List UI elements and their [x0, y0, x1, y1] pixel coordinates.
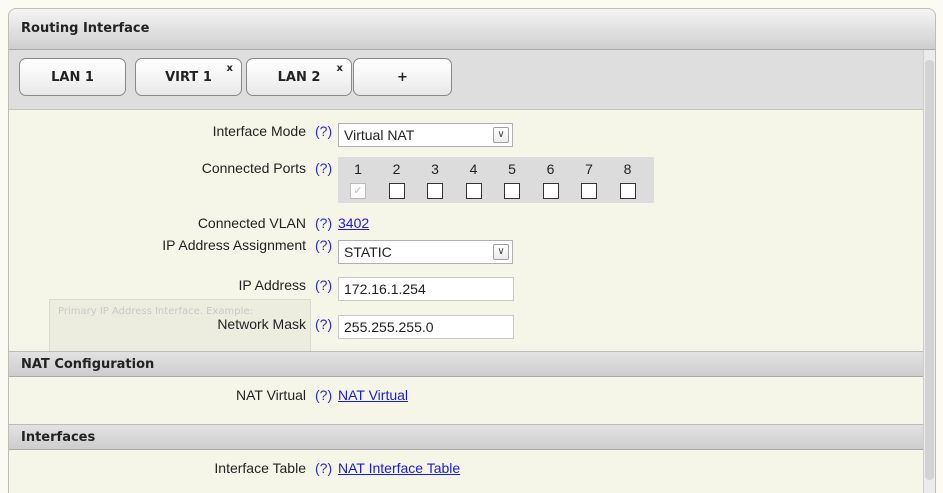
connected-ports-grid: 1 ✓ 2 3 4 5 6 7 8	[338, 157, 654, 203]
network-mask-field[interactable]: 255.255.255.0	[338, 315, 514, 339]
port-checkbox[interactable]	[388, 183, 405, 199]
port-number: 2	[392, 161, 401, 177]
section-header-interfaces: Interfaces	[9, 424, 935, 450]
port-number: 1	[354, 161, 362, 177]
port-checkbox[interactable]	[504, 183, 520, 199]
tab-lan1[interactable]: LAN 1	[19, 58, 126, 96]
connected-vlan-label: Connected VLAN	[197, 215, 306, 231]
help-icon[interactable]: (?)	[315, 123, 332, 139]
tab-virt1[interactable]: VIRT 1 x	[135, 58, 242, 96]
port-number: 6	[546, 161, 555, 177]
ip-assignment-label: IP Address Assignment	[162, 237, 306, 253]
port-checkbox[interactable]	[465, 183, 482, 199]
network-mask-label: Network Mask	[217, 316, 306, 332]
port-number: 7	[585, 161, 593, 177]
help-icon[interactable]: (?)	[315, 277, 332, 293]
panel-title: Routing Interface	[9, 9, 935, 50]
port-1: 1 ✓	[347, 157, 369, 203]
section-header-nat: NAT Configuration	[9, 351, 935, 377]
ip-assignment-select[interactable]: STATIC ∨	[338, 240, 513, 264]
interface-mode-label: Interface Mode	[212, 123, 306, 139]
port-number: 3	[431, 161, 439, 177]
port-4: 4	[463, 157, 485, 203]
tab-lan2[interactable]: LAN 2 x	[246, 58, 352, 96]
port-6: 6	[540, 157, 562, 203]
port-number: 8	[623, 161, 632, 177]
help-icon[interactable]: (?)	[315, 160, 332, 176]
interface-mode-value: Virtual NAT	[344, 127, 415, 143]
chevron-down-icon: ∨	[493, 127, 509, 143]
port-8: 8	[617, 157, 639, 203]
port-2: 2	[386, 157, 408, 203]
tab-bar: LAN 1 VIRT 1 x LAN 2 x +	[9, 50, 935, 110]
port-checkbox[interactable]	[581, 183, 597, 199]
ip-address-label: IP Address	[238, 277, 306, 293]
plus-icon: +	[397, 69, 408, 85]
scrollbar-thumb[interactable]	[925, 60, 934, 480]
connected-ports-label: Connected Ports	[201, 160, 306, 176]
port-3: 3	[424, 157, 446, 203]
interface-table-label: Interface Table	[214, 460, 306, 476]
ip-assignment-value: STATIC	[344, 244, 392, 260]
close-icon[interactable]: x	[227, 63, 233, 74]
nat-interface-table-link[interactable]: NAT Interface Table	[338, 460, 460, 476]
help-icon[interactable]: (?)	[315, 215, 332, 231]
help-icon[interactable]: (?)	[315, 316, 332, 332]
port-number: 4	[469, 161, 478, 177]
close-icon[interactable]: x	[337, 63, 343, 74]
help-icon[interactable]: (?)	[315, 237, 332, 253]
port-number: 5	[508, 161, 516, 177]
port-checkbox[interactable]: ✓	[350, 183, 366, 199]
tab-label: VIRT 1	[165, 69, 212, 85]
port-checkbox[interactable]	[619, 183, 636, 199]
nat-virtual-label: NAT Virtual	[235, 387, 306, 403]
help-icon[interactable]: (?)	[315, 460, 332, 476]
add-tab-button[interactable]: +	[353, 58, 452, 96]
tab-label: LAN 1	[51, 69, 94, 85]
chevron-down-icon: ∨	[493, 244, 509, 260]
vertical-scrollbar[interactable]	[923, 50, 935, 493]
port-checkbox[interactable]	[542, 183, 559, 199]
tab-label: LAN 2	[277, 69, 321, 85]
ip-address-field[interactable]: 172.16.1.254	[338, 277, 514, 301]
port-checkbox[interactable]	[427, 183, 443, 199]
interface-mode-select[interactable]: Virtual NAT ∨	[338, 123, 513, 147]
connected-vlan-link[interactable]: 3402	[338, 215, 369, 231]
help-icon[interactable]: (?)	[315, 387, 332, 403]
port-5: 5	[501, 157, 523, 203]
nat-virtual-link[interactable]: NAT Virtual	[338, 387, 408, 403]
routing-interface-panel: Routing Interface LAN 1 VIRT 1 x LAN 2 x…	[8, 8, 936, 493]
port-7: 7	[578, 157, 600, 203]
